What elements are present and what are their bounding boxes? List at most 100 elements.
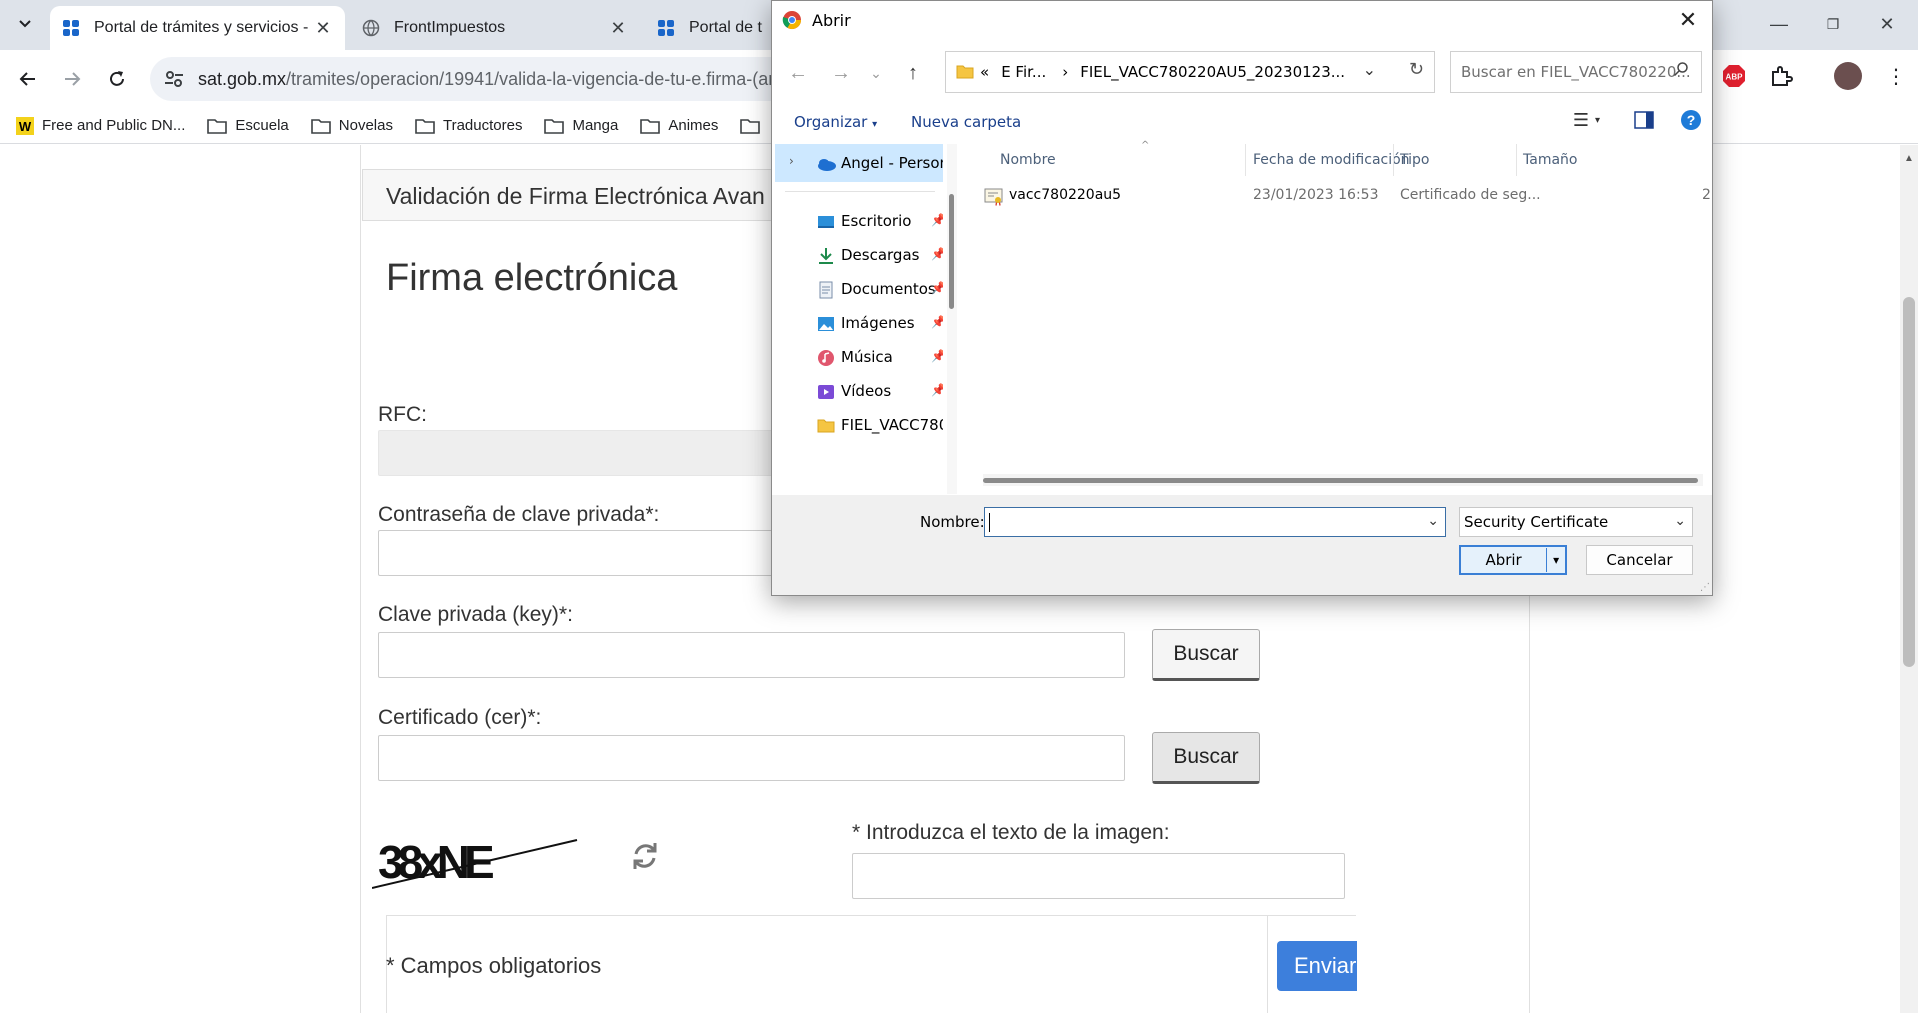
bookmark-folder-novelas[interactable]: Novelas [310, 117, 393, 134]
tab-portal-tramites[interactable]: Portal de trámites y servicios - S ✕ [50, 6, 345, 50]
scrollbar-thumb[interactable] [1903, 297, 1915, 667]
column-header-fecha[interactable]: Fecha de modificación [1253, 152, 1410, 168]
tree-label: FIEL_VACC78022 [841, 416, 943, 434]
help-icon[interactable]: ? [1680, 109, 1702, 131]
recent-locations-button[interactable]: ⌄ [862, 59, 890, 87]
bookmark-folder-animes[interactable]: Animes [640, 117, 718, 134]
cancelar-button[interactable]: Cancelar [1586, 545, 1693, 575]
extensions-button[interactable] [1769, 64, 1793, 93]
close-window-button[interactable]: ✕ [1864, 8, 1910, 40]
navigation-pane-scrollbar[interactable] [947, 144, 957, 494]
tab-frontimpuestos[interactable]: FrontImpuestos ✕ [350, 6, 640, 50]
chevron-right-icon[interactable]: › [789, 154, 794, 168]
file-type-filter[interactable]: Security Certificate ⌄ [1459, 507, 1693, 537]
enviar-button[interactable]: Enviar [1277, 941, 1357, 991]
breadcrumb-efirma[interactable]: E Fir... [1001, 63, 1046, 81]
onedrive-icon [818, 159, 836, 171]
path-dropdown-icon[interactable]: ⌄ [1363, 60, 1376, 79]
minimize-button[interactable]: — [1756, 8, 1802, 40]
tree-item-musica[interactable]: Música 📌 [775, 340, 943, 374]
column-header-nombre[interactable]: Nombre [1000, 152, 1056, 168]
buscar-key-button[interactable]: Buscar [1152, 629, 1260, 681]
refresh-captcha-button[interactable] [630, 840, 660, 877]
filename-dropdown-icon[interactable]: ⌄ [1427, 513, 1439, 529]
view-options-icon[interactable]: ☰ [1573, 110, 1589, 131]
file-type-value: Security Certificate [1464, 513, 1609, 531]
tree-item-descargas[interactable]: Descargas 📌 [775, 238, 943, 272]
dialog-forward-button[interactable]: → [827, 59, 855, 87]
pin-icon[interactable]: 📌 [931, 247, 943, 261]
pin-icon[interactable]: 📌 [931, 383, 943, 397]
bookmark-folder-more[interactable] [740, 118, 768, 134]
key-file-field[interactable] [378, 632, 1125, 678]
back-button[interactable] [12, 63, 44, 95]
scrollbar-thumb[interactable] [983, 478, 1698, 483]
cer-file-field[interactable] [378, 735, 1125, 781]
tree-label: Documentos [841, 280, 936, 298]
bookmark-folder-manga[interactable]: Manga [544, 117, 618, 134]
filename-input[interactable]: ⌄ [984, 507, 1446, 537]
preview-pane-icon[interactable] [1634, 111, 1654, 129]
close-tab-icon[interactable]: ✕ [313, 18, 333, 39]
breadcrumb-overflow[interactable]: « [980, 63, 989, 81]
more-menu-icon[interactable]: ⋮ [1886, 64, 1906, 89]
pin-icon[interactable]: 📌 [931, 349, 943, 363]
site-info-icon[interactable] [162, 67, 186, 91]
pin-icon[interactable]: 📌 [931, 281, 943, 295]
column-divider[interactable] [1393, 144, 1394, 176]
tab-title: Portal de trám [689, 19, 763, 36]
tab-portal-tramites-2[interactable]: Portal de trám [645, 6, 775, 50]
dialog-close-button[interactable]: ✕ [1674, 6, 1702, 34]
profile-avatar[interactable] [1834, 62, 1862, 90]
organize-menu[interactable]: Organizar ▾ [794, 113, 877, 131]
forward-button[interactable] [56, 63, 88, 95]
close-tab-icon[interactable]: ✕ [608, 18, 628, 39]
folder-path-bar[interactable]: « E Fir... › FIEL_VACC780220AU5_20230123… [945, 51, 1435, 93]
abrir-dropdown-icon[interactable]: ▾ [1547, 553, 1565, 567]
bookmark-folder-escuela[interactable]: Escuela [207, 117, 289, 134]
adblock-extension-button[interactable]: ABP [1722, 64, 1746, 93]
scroll-up-arrow-icon[interactable]: ▲ [1904, 153, 1914, 164]
tab-search-button[interactable] [10, 9, 40, 39]
resize-grip-icon[interactable]: ⋰ [1700, 582, 1710, 593]
pin-icon[interactable]: 📌 [931, 315, 943, 329]
breadcrumb-fiel-folder[interactable]: FIEL_VACC780220AU5_20230123... [1080, 63, 1345, 81]
folder-icon [310, 118, 331, 134]
restore-button[interactable]: ❐ [1810, 8, 1856, 40]
tree-item-onedrive[interactable]: › Angel - Personal [775, 146, 943, 180]
reload-button[interactable] [101, 63, 133, 95]
bookmark-folder-traductores[interactable]: Traductores [415, 117, 522, 134]
file-row[interactable]: vacc780220au5 23/01/2023 16:53 Certifica… [960, 182, 1712, 212]
tree-label: Escritorio [841, 212, 912, 230]
dialog-navigation: ← → ⌄ ↑ « E Fir... › FIEL_VACC780220AU5_… [772, 39, 1712, 103]
buscar-cer-button[interactable]: Buscar [1152, 732, 1260, 784]
dialog-footer: Nombre: ⌄ Security Certificate ⌄ Abrir ▾… [772, 495, 1712, 595]
file-list-hscrollbar[interactable] [983, 474, 1703, 486]
column-divider[interactable] [1516, 144, 1517, 176]
column-header-tipo[interactable]: Tipo [1400, 152, 1429, 168]
sat-favicon-icon [658, 20, 674, 36]
pin-icon[interactable]: 📌 [931, 213, 943, 227]
dialog-refresh-icon[interactable]: ↻ [1409, 59, 1424, 80]
new-folder-button[interactable]: Nueva carpeta [911, 113, 1021, 131]
view-dropdown-icon[interactable]: ▾ [1595, 115, 1600, 126]
column-header-tamano[interactable]: Tamaño [1523, 152, 1577, 168]
page-scrollbar[interactable]: ▲ [1900, 145, 1918, 1013]
abrir-button[interactable]: Abrir ▾ [1459, 545, 1567, 575]
tree-item-fiel-folder[interactable]: FIEL_VACC78022 [775, 408, 943, 442]
bookmark-free-public-dns[interactable]: W Free and Public DN... [16, 116, 185, 135]
dialog-back-button[interactable]: ← [784, 59, 812, 87]
file-name: vacc780220au5 [1009, 187, 1122, 203]
tree-item-escritorio[interactable]: Escritorio 📌 [775, 204, 943, 238]
scrollbar-thumb[interactable] [949, 194, 954, 309]
column-divider[interactable] [1245, 144, 1246, 176]
dialog-title: Abrir [812, 10, 851, 30]
captcha-input[interactable] [852, 853, 1345, 899]
up-folder-button[interactable]: ↑ [899, 59, 927, 87]
reload-icon [110, 71, 124, 86]
dialog-search-input[interactable]: Buscar en FIEL_VACC780220... [1450, 51, 1702, 93]
tree-item-documentos[interactable]: Documentos 📌 [775, 272, 943, 306]
folder-icon [956, 65, 974, 79]
tree-item-imagenes[interactable]: Imágenes 📌 [775, 306, 943, 340]
tree-item-videos[interactable]: Vídeos 📌 [775, 374, 943, 408]
